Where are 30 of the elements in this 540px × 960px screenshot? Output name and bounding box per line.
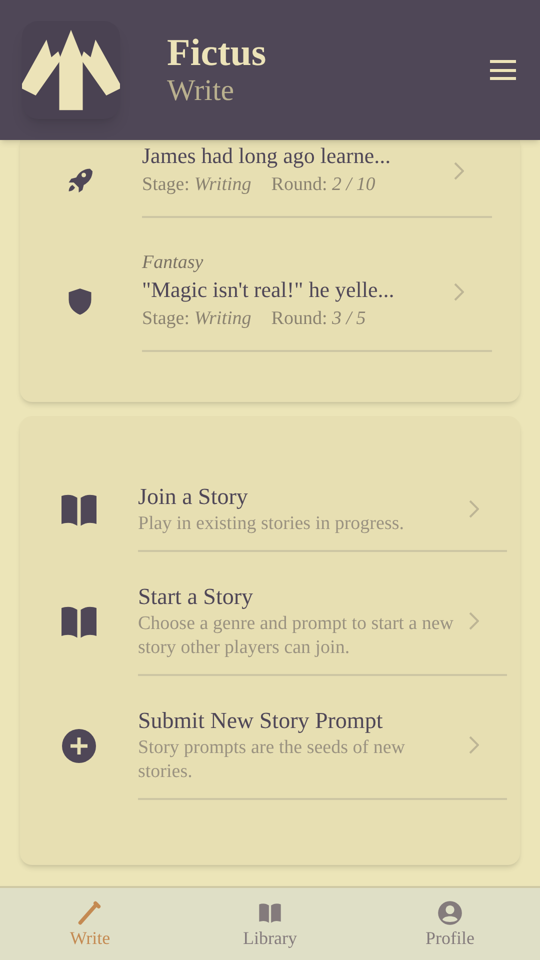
story-item[interactable]: Fantasy "Magic isn't real!" he yelle... Stage: Writing Round: 3 / 5 (142, 250, 492, 352)
action-description: Choose a genre and prompt to start a new story other players can join. (138, 612, 455, 660)
chevron-right-icon (469, 500, 479, 518)
action-description: Play in existing stories in progress. (138, 512, 405, 536)
section-title: Write (167, 74, 236, 108)
app-title: Fictus (167, 32, 266, 74)
story-title: James had long ago learne... (142, 142, 392, 170)
action-item[interactable]: Start a Story Choose a genre and prompt to start a new story other players can join. (138, 582, 507, 676)
story-title: "Magic isn't real!" he yelle... (142, 276, 396, 304)
action-title: Join a Story (138, 483, 249, 511)
story-item[interactable]: James had long ago learne... Stage: Writing Round: 2 / 10 (142, 142, 492, 218)
chevron-right-icon (469, 736, 479, 754)
action-title: Submit New Story Prompt (138, 707, 384, 735)
action-item[interactable]: Join a Story Play in existing stories in progress. (138, 482, 507, 552)
pencils-logo-icon (22, 29, 120, 111)
round-text: Round: 3 / 5 (271, 307, 366, 331)
stage-text: Stage: Writing (142, 307, 252, 331)
chevron-right-icon (469, 612, 479, 630)
pencil-icon (77, 900, 103, 926)
action-item[interactable]: Submit New Story Prompt Story prompts are the seeds of new stories. (138, 706, 507, 800)
menu-icon[interactable] (490, 60, 516, 80)
chevron-right-icon (454, 283, 464, 301)
profile-icon (437, 900, 463, 926)
genre-label: Fantasy (142, 251, 204, 275)
action-description: Story prompts are the seeds of new stories. (138, 736, 406, 784)
plus-circle-icon (62, 729, 96, 763)
round-text: Round: 2 / 10 (271, 173, 376, 197)
stage-text: Stage: Writing (142, 173, 252, 197)
chevron-right-icon (454, 162, 464, 180)
action-title: Start a Story (138, 583, 254, 611)
